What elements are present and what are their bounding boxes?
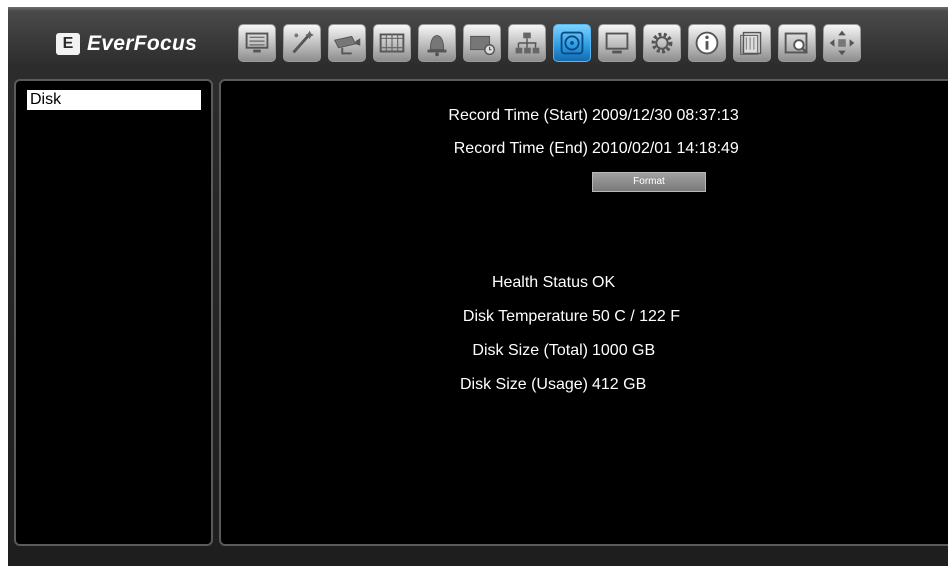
ptz-arrows-icon[interactable] — [823, 24, 861, 62]
disk-icon[interactable] — [553, 24, 591, 62]
disk-temperature-value: 50 C / 122 F — [592, 308, 681, 325]
info-icon[interactable] — [688, 24, 726, 62]
disk-size-total-label: Disk Size (Total) — [472, 342, 588, 359]
hdd-schedule-icon[interactable] — [463, 24, 501, 62]
wizard-icon[interactable] — [283, 24, 321, 62]
record-end-value: 2010/02/01 14:18:49 — [592, 140, 739, 157]
health-status-label: Health Status — [491, 274, 588, 291]
settings-gear-icon[interactable] — [643, 24, 681, 62]
disk-size-usage-value: 412 GB — [592, 376, 647, 393]
record-start-value: 2009/12/30 08:37:13 — [592, 107, 739, 124]
playback-icon[interactable] — [733, 24, 771, 62]
disk-size-total-value: 1000 GB — [592, 342, 656, 359]
everfocus-logo: E EverFocus — [56, 30, 197, 58]
search-icon[interactable] — [778, 24, 816, 62]
format-button[interactable]: Format — [592, 172, 706, 192]
health-status-value: OK — [592, 274, 616, 291]
film-icon[interactable] — [373, 24, 411, 62]
record-start-label: Record Time (Start) — [448, 107, 588, 124]
sidebar-panel — [14, 79, 213, 546]
network-icon[interactable] — [508, 24, 546, 62]
monitor-icon[interactable] — [238, 24, 276, 62]
display-icon[interactable] — [598, 24, 636, 62]
disk-temperature-label: Disk Temperature — [462, 308, 588, 325]
logo-text: EverFocus — [87, 32, 198, 55]
logo-mark: E — [56, 33, 80, 55]
alarm-icon[interactable] — [418, 24, 456, 62]
disk-size-usage-label: Disk Size (Usage) — [459, 376, 588, 393]
record-end-label: Record Time (End) — [453, 140, 588, 157]
camera-icon[interactable] — [328, 24, 366, 62]
sidebar-item-disk[interactable]: Disk — [27, 90, 201, 110]
